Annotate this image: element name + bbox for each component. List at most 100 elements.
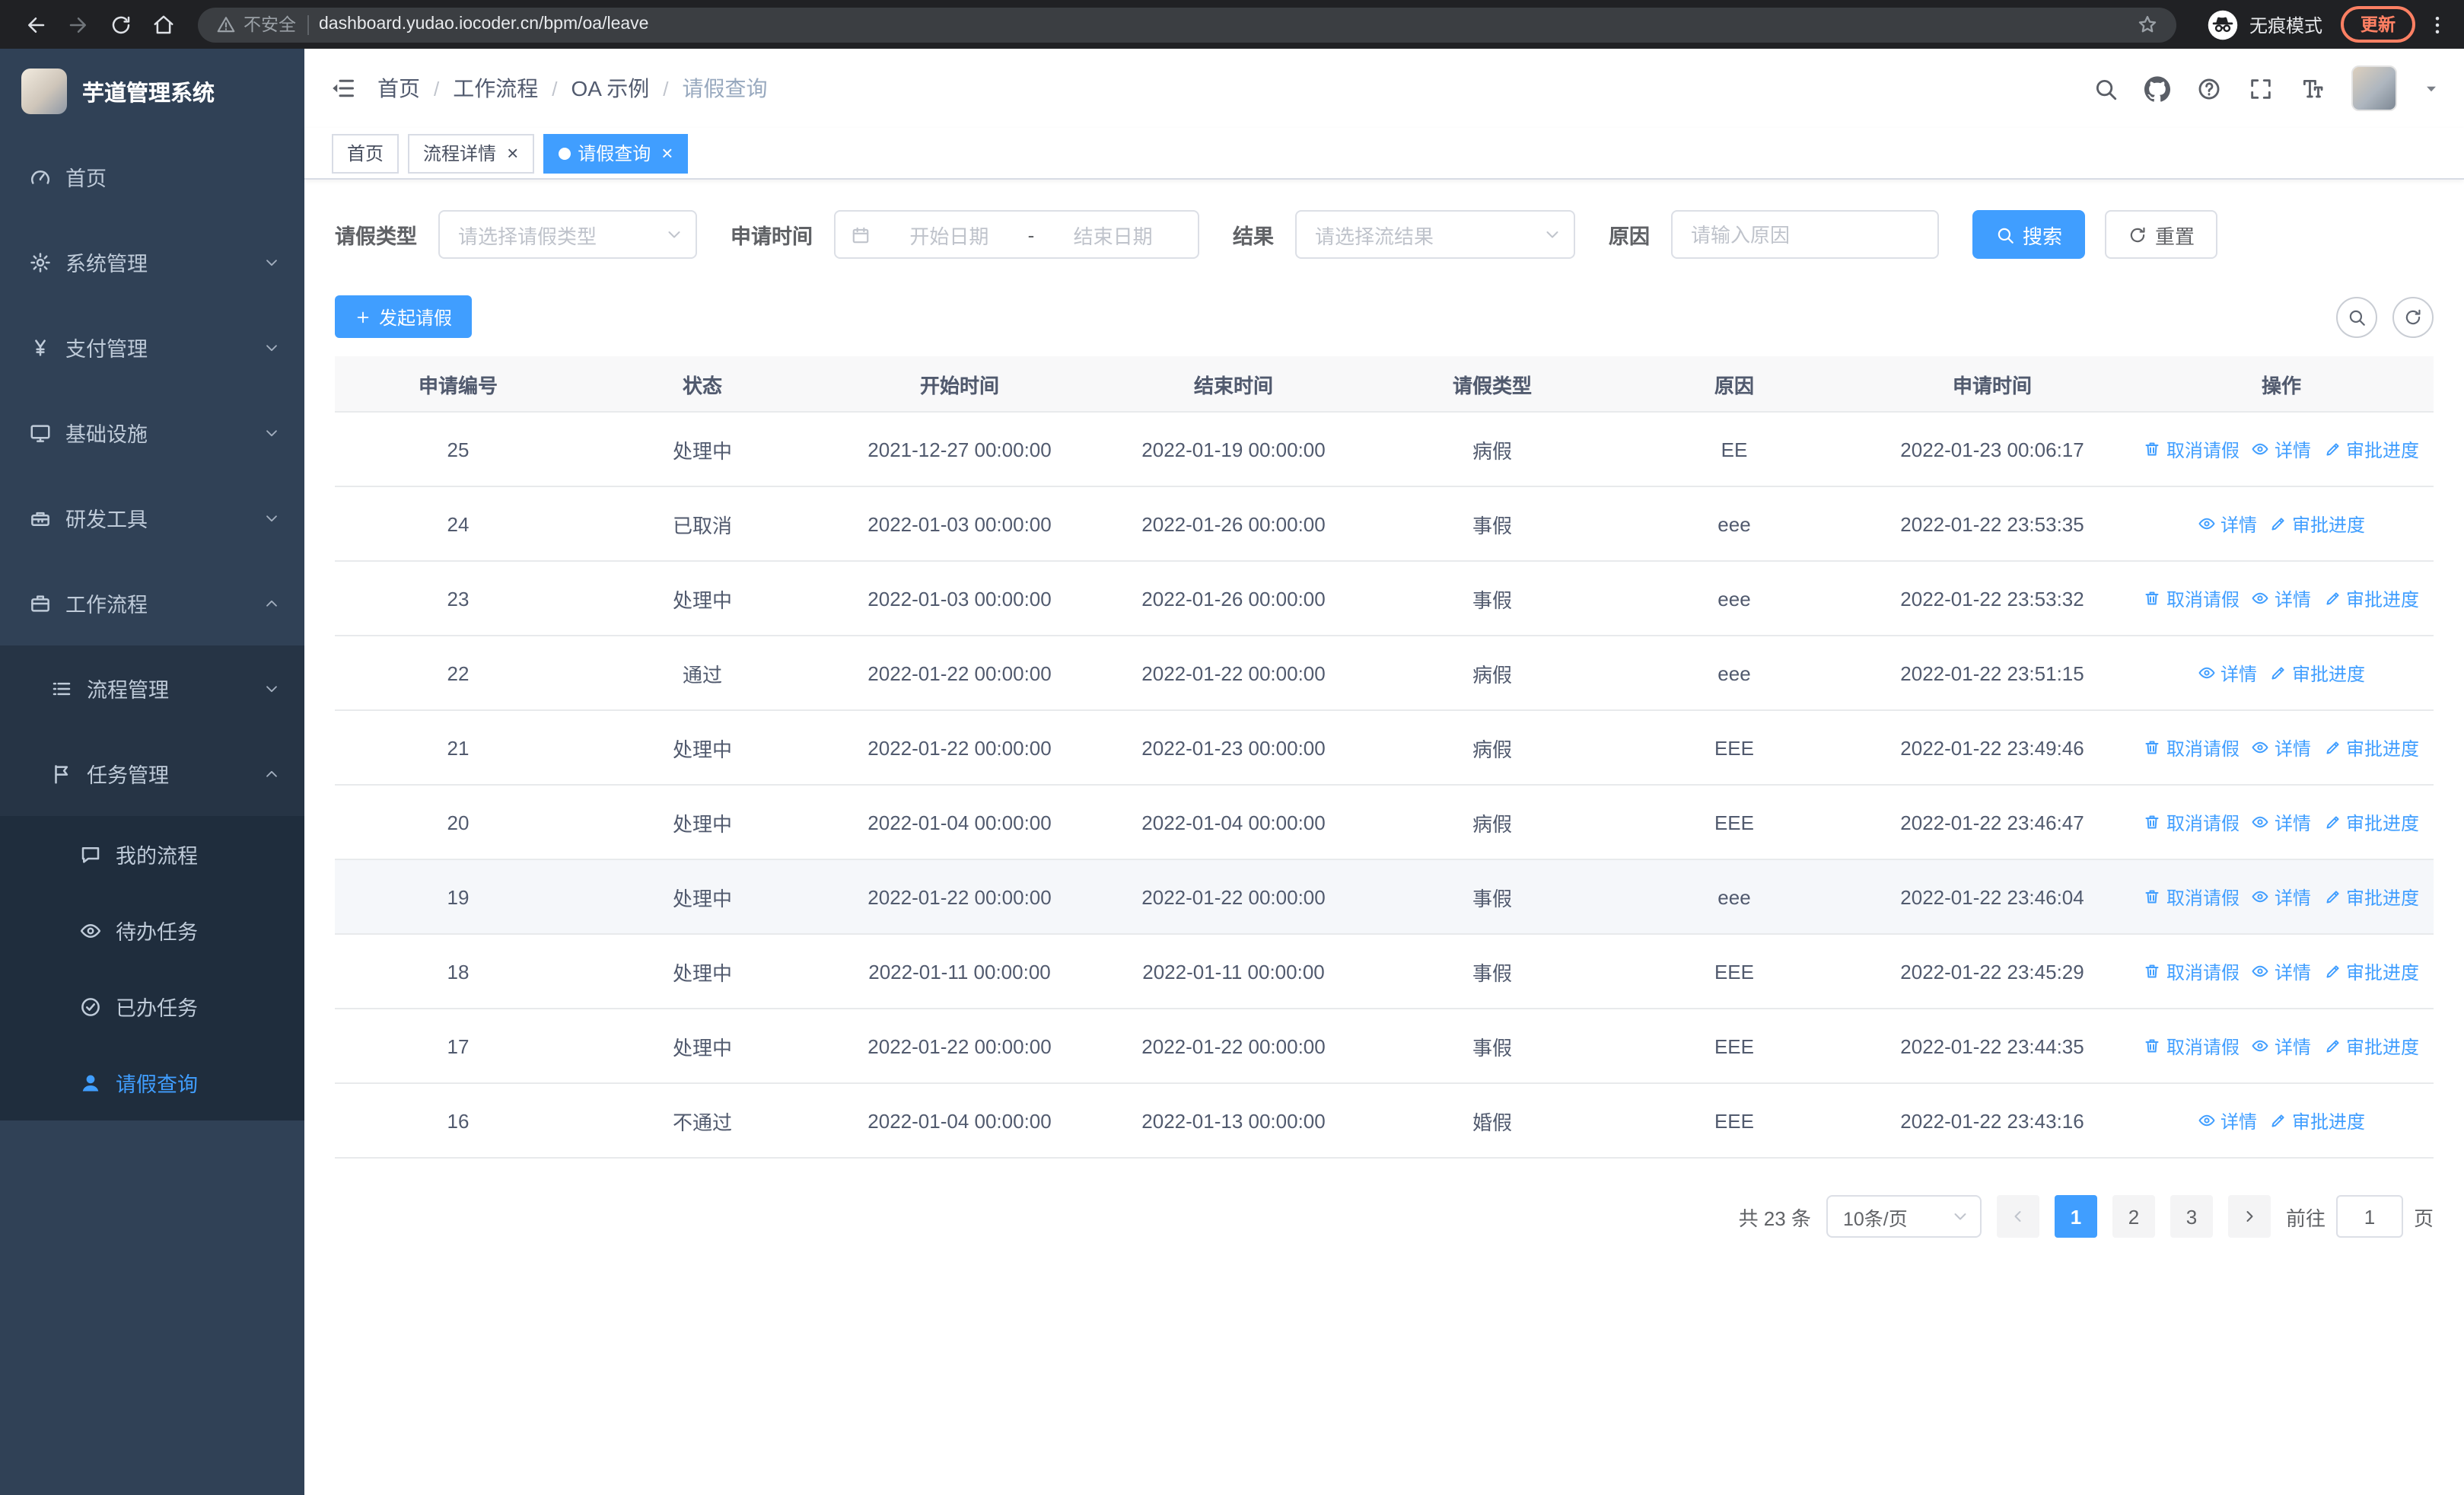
question-icon[interactable] bbox=[2196, 75, 2222, 101]
reset-button[interactable]: 重置 bbox=[2105, 210, 2218, 259]
op-progress-link[interactable]: 审批进度 bbox=[2323, 1033, 2419, 1059]
reason-input[interactable] bbox=[1671, 210, 1939, 259]
create-leave-button[interactable]: 发起请假 bbox=[335, 295, 473, 338]
cell-operations: 取消请假 详情 审批进度 bbox=[2129, 585, 2434, 611]
breadcrumb-item-1[interactable]: 工作流程 bbox=[453, 73, 538, 104]
goto-page-input[interactable] bbox=[2335, 1195, 2403, 1238]
table-row-16: 16 不通过 2022-01-04 00:00:00 2022-01-13 00:00… bbox=[335, 1084, 2434, 1159]
sidebar-item-0[interactable]: 首页 bbox=[0, 134, 304, 219]
avatar[interactable] bbox=[2351, 65, 2397, 111]
op-detail-link[interactable]: 详情 bbox=[2252, 958, 2311, 984]
op-detail-link[interactable]: 详情 bbox=[2252, 585, 2311, 611]
op-progress-link[interactable]: 审批进度 bbox=[2269, 660, 2365, 686]
tab-2[interactable]: 请假查询 × bbox=[543, 133, 689, 173]
refresh-table-button[interactable] bbox=[2392, 296, 2434, 337]
breadcrumb-item-2[interactable]: OA 示例 bbox=[571, 73, 650, 104]
op-detail-link[interactable]: 详情 bbox=[2252, 436, 2311, 462]
sidebar-item-10[interactable]: 已办任务 bbox=[0, 968, 304, 1044]
page-button-1[interactable]: 1 bbox=[2054, 1195, 2097, 1238]
page-size-select[interactable]: 10条/页 bbox=[1826, 1195, 1982, 1238]
github-icon[interactable] bbox=[2144, 75, 2170, 101]
incognito-badge: 无痕模式 bbox=[2207, 8, 2322, 40]
sidebar-item-2[interactable]: 支付管理 bbox=[0, 304, 304, 390]
tab-close-icon[interactable]: × bbox=[661, 143, 673, 163]
page-button-3[interactable]: 3 bbox=[2170, 1195, 2213, 1238]
op-detail-link[interactable]: 详情 bbox=[2252, 884, 2311, 910]
column-header-7: 操作 bbox=[2261, 374, 2301, 397]
toggle-search-button[interactable] bbox=[2336, 296, 2377, 337]
op-cancel-link[interactable]: 取消请假 bbox=[2144, 809, 2240, 835]
collapse-sidebar-icon[interactable] bbox=[329, 75, 356, 102]
page-button-2[interactable]: 2 bbox=[2112, 1195, 2155, 1238]
home-icon[interactable] bbox=[143, 5, 183, 44]
op-cancel-link[interactable]: 取消请假 bbox=[2144, 585, 2240, 611]
fullscreen-icon[interactable] bbox=[2248, 75, 2274, 101]
toolbox-icon bbox=[29, 506, 52, 529]
user-icon bbox=[79, 1071, 102, 1094]
op-progress-link[interactable]: 审批进度 bbox=[2323, 585, 2419, 611]
cell-reason: EEE bbox=[1714, 811, 1754, 834]
op-cancel-link[interactable]: 取消请假 bbox=[2144, 735, 2240, 760]
sidebar-item-11[interactable]: 请假查询 bbox=[0, 1044, 304, 1120]
apply-time-range-picker[interactable]: 开始日期 - 结束日期 bbox=[834, 210, 1199, 259]
search-button[interactable]: 搜索 bbox=[1972, 210, 2086, 259]
sidebar-item-6[interactable]: 流程管理 bbox=[0, 645, 304, 731]
op-progress-link[interactable]: 审批进度 bbox=[2323, 436, 2419, 462]
security-chip[interactable]: 不安全 bbox=[216, 12, 296, 37]
breadcrumb-item-0[interactable]: 首页 bbox=[377, 73, 420, 104]
column-header-4: 请假类型 bbox=[1452, 374, 1532, 397]
pagination: 共 23 条 10条/页 123 前往 页 bbox=[335, 1195, 2434, 1283]
cell-end: 2022-01-22 00:00:00 bbox=[1141, 661, 1326, 684]
op-progress-link[interactable]: 审批进度 bbox=[2323, 884, 2419, 910]
forward-icon[interactable] bbox=[58, 5, 97, 44]
tab-0[interactable]: 首页 bbox=[332, 133, 400, 173]
leave-type-select[interactable]: 请选择请假类型 bbox=[438, 210, 697, 259]
op-detail-link[interactable]: 详情 bbox=[2252, 1033, 2311, 1059]
op-cancel-link[interactable]: 取消请假 bbox=[2144, 958, 2240, 984]
op-detail-link[interactable]: 详情 bbox=[2198, 1108, 2257, 1133]
op-progress-link[interactable]: 审批进度 bbox=[2323, 735, 2419, 760]
tab-close-icon[interactable]: × bbox=[507, 143, 518, 163]
cell-operations: 取消请假 详情 审批进度 bbox=[2129, 735, 2434, 760]
goto-group: 前往 页 bbox=[2286, 1195, 2434, 1238]
op-eye-icon bbox=[2252, 589, 2270, 607]
prev-page-button[interactable] bbox=[1996, 1195, 2039, 1238]
browser-menu-icon[interactable] bbox=[2426, 13, 2449, 36]
bookmark-star-icon[interactable] bbox=[2137, 14, 2158, 35]
next-page-button[interactable] bbox=[2227, 1195, 2271, 1238]
op-progress-link[interactable]: 审批进度 bbox=[2323, 958, 2419, 984]
end-date-placeholder: 结束日期 bbox=[1073, 225, 1153, 247]
sidebar-item-1[interactable]: 系统管理 bbox=[0, 219, 304, 304]
op-cancel-link[interactable]: 取消请假 bbox=[2144, 1033, 2240, 1059]
filter-form: 请假类型 请选择请假类型 申请时间 开始日期 - 结束日期 结果 请选择流结果 … bbox=[335, 210, 2434, 259]
sidebar-item-5[interactable]: 工作流程 bbox=[0, 560, 304, 645]
reload-icon[interactable] bbox=[100, 5, 140, 44]
op-cancel-link[interactable]: 取消请假 bbox=[2144, 884, 2240, 910]
fontsize-icon[interactable] bbox=[2300, 75, 2326, 101]
chevron-down-icon[interactable] bbox=[2423, 80, 2440, 97]
url-bar[interactable]: 不安全 dashboard.yudao.iocoder.cn/bpm/oa/le… bbox=[198, 7, 2176, 42]
op-cancel-link[interactable]: 取消请假 bbox=[2144, 436, 2240, 462]
update-button[interactable]: 更新 bbox=[2341, 6, 2415, 43]
sidebar-item-9[interactable]: 待办任务 bbox=[0, 892, 304, 968]
tab-1[interactable]: 流程详情 × bbox=[408, 133, 534, 173]
op-progress-link[interactable]: 审批进度 bbox=[2323, 809, 2419, 835]
sidebar-item-4[interactable]: 研发工具 bbox=[0, 475, 304, 560]
column-header-0: 申请编号 bbox=[418, 374, 498, 397]
op-detail-link[interactable]: 详情 bbox=[2252, 809, 2311, 835]
sidebar-item-8[interactable]: 我的流程 bbox=[0, 816, 304, 892]
logo[interactable]: 芋道管理系统 bbox=[0, 49, 304, 134]
op-detail-link[interactable]: 详情 bbox=[2198, 660, 2257, 686]
cell-operations: 取消请假 详情 审批进度 bbox=[2129, 884, 2434, 910]
search-icon[interactable] bbox=[2093, 75, 2119, 101]
back-icon[interactable] bbox=[15, 5, 55, 44]
op-detail-link[interactable]: 详情 bbox=[2252, 735, 2311, 760]
op-progress-link[interactable]: 审批进度 bbox=[2269, 1108, 2365, 1133]
sidebar-item-3[interactable]: 基础设施 bbox=[0, 390, 304, 475]
sidebar-item-7[interactable]: 任务管理 bbox=[0, 731, 304, 816]
op-detail-link[interactable]: 详情 bbox=[2198, 511, 2257, 537]
cell-status: 处理中 bbox=[672, 887, 732, 910]
cell-end: 2022-01-04 00:00:00 bbox=[1141, 811, 1326, 834]
op-progress-link[interactable]: 审批进度 bbox=[2269, 511, 2365, 537]
result-select[interactable]: 请选择流结果 bbox=[1295, 210, 1575, 259]
